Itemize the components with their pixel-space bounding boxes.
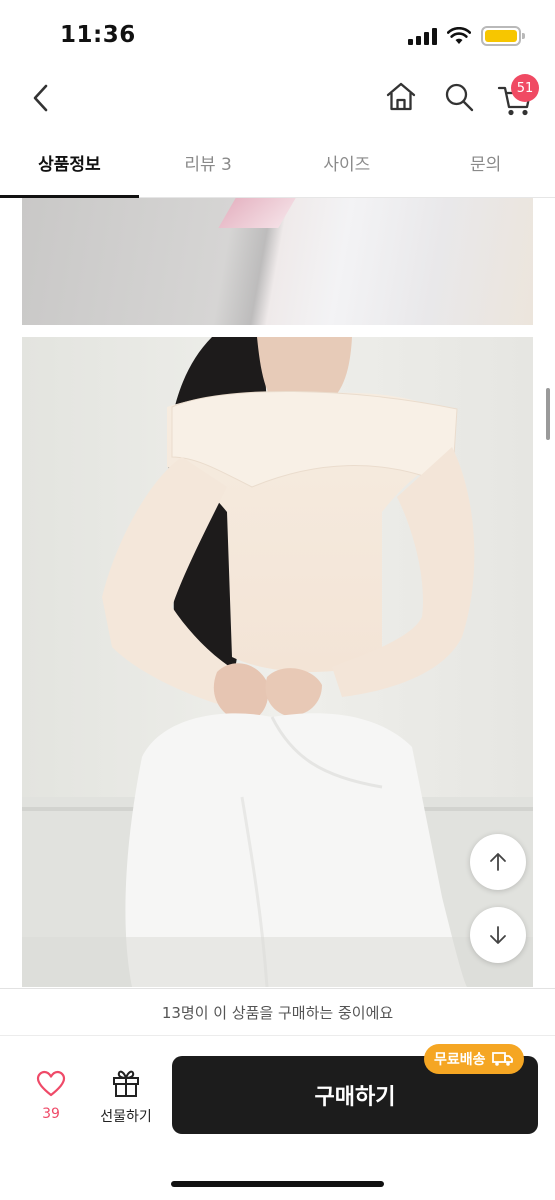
product-tabs: 상품정보 리뷰 3 사이즈 문의 [0,140,555,198]
tab-product-info[interactable]: 상품정보 [0,140,139,198]
like-count: 39 [42,1106,60,1122]
tab-size[interactable]: 사이즈 [278,140,417,197]
truck-icon [491,1052,513,1066]
gift-button[interactable]: 선물하기 [92,1068,160,1126]
arrow-down-icon [490,926,506,944]
purchase-activity-notice: 13명이 이 상품을 구매하는 중이에요 [0,988,555,1036]
heart-icon [36,1070,66,1097]
home-icon [386,82,416,111]
scrollbar[interactable] [546,388,550,440]
arrow-up-icon [490,853,506,871]
status-icons [408,26,525,46]
like-button[interactable]: 39 [34,1070,68,1122]
free-shipping-badge: 무료배송 [424,1044,524,1074]
tab-inquiry[interactable]: 문의 [416,140,555,197]
free-shipping-label: 무료배송 [434,1052,486,1068]
gift-label: 선물하기 [100,1109,152,1125]
product-image-fabric-detail [22,198,533,325]
battery-icon [481,26,525,46]
wifi-icon [447,27,471,44]
status-time: 11:36 [60,22,136,48]
product-image-model [22,337,533,987]
search-button[interactable] [442,80,476,114]
home-button[interactable] [384,80,418,114]
search-icon [445,83,474,112]
chevron-left-icon [33,84,48,112]
scroll-top-button[interactable] [470,834,526,890]
back-button[interactable] [22,78,62,118]
status-bar: 11:36 [0,0,555,72]
scroll-bottom-button[interactable] [470,907,526,963]
header-nav [0,72,555,128]
gift-icon [113,1070,139,1097]
cart-count-badge: 51 [511,74,539,102]
cellular-signal-icon [408,27,437,45]
home-indicator[interactable] [171,1181,384,1187]
tab-reviews[interactable]: 리뷰 3 [139,140,278,197]
